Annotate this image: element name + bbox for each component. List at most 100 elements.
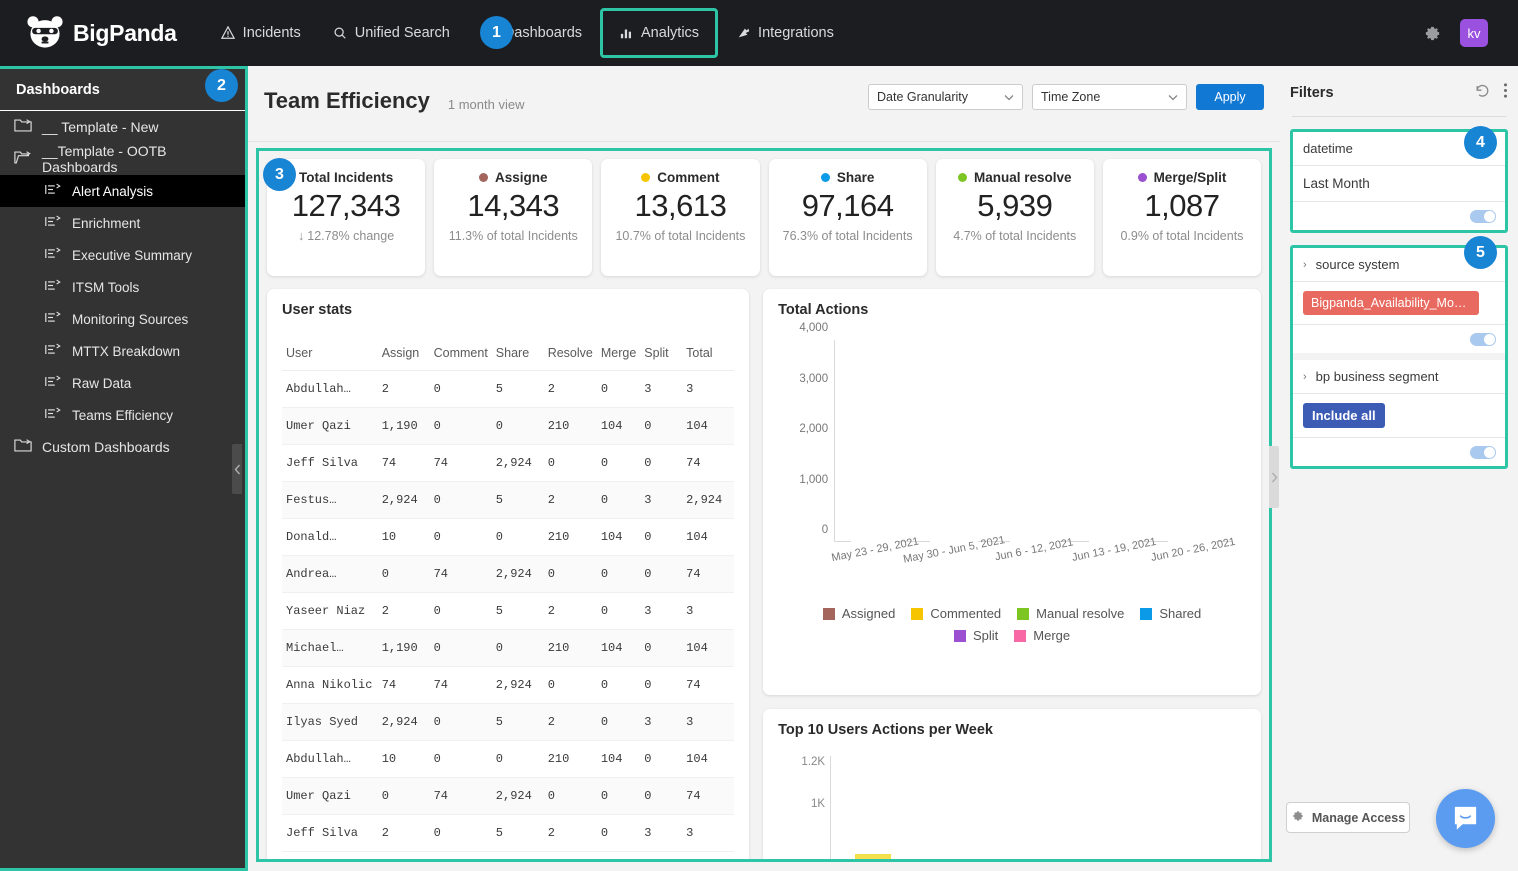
chat-bubble-button[interactable] [1436,789,1495,848]
nav-item-label: Incidents [243,25,301,41]
date-granularity-select[interactable]: Date Granularity [868,84,1023,110]
primary-nav-items: Incidents Unified Search Dashboards [207,8,848,58]
filter-name-row[interactable]: ›bp business segment [1293,360,1505,394]
kpi-card-merge-split[interactable]: Merge/Split1,0870.9% of total Incidents [1103,159,1261,276]
table-row[interactable]: Umer Qazi0742,92400074 [282,778,734,815]
table-row[interactable]: Donald…10002101040104 [282,519,734,556]
user-stats-table: UserAssignCommentShareResolveMergeSplitT… [282,336,734,852]
table-row[interactable]: Abdullah…10002101040104 [282,741,734,778]
table-cell: Ilyas Syed [282,704,378,741]
table-cell: 0 [544,445,597,482]
legend-item[interactable]: Assigned [823,606,895,621]
table-row[interactable]: Festus…2,924052032,924 [282,482,734,519]
legend-item[interactable]: Split [954,628,998,643]
manage-access-button[interactable]: Manage Access [1286,802,1410,833]
kpi-card-comment[interactable]: Comment13,61310.7% of total Incidents [601,159,759,276]
table-row[interactable]: Abdullah…2052033 [282,371,734,408]
column-header[interactable]: Resolve [544,336,597,371]
kpi-color-dot [479,173,488,182]
table-row[interactable]: Jeff Silva2052033 [282,815,734,852]
dashboards-sidebar: Dashboards __ Template - New__Template -… [0,66,248,871]
kpi-note: 76.3% of total Incidents [777,228,919,245]
legend-item[interactable]: Manual resolve [1017,606,1124,621]
table-row[interactable]: Umer Qazi1,190002101040104 [282,408,734,445]
filter-value[interactable]: Last Month [1303,176,1370,191]
kpi-card-share[interactable]: Share97,16476.3% of total Incidents [769,159,927,276]
charts-column: Total Actions 01,0002,0003,0004,000 May … [763,289,1261,862]
table-cell: Festus… [282,482,378,519]
column-header[interactable]: Total [682,336,734,371]
sidebar-item-teams-efficiency[interactable]: Teams Efficiency [0,399,245,431]
avatar[interactable]: kv [1460,19,1488,47]
table-cell: 0 [597,778,640,815]
bar-column[interactable] [1073,340,1152,542]
column-header[interactable]: Split [640,336,682,371]
table-row[interactable]: Michael…1,190002101040104 [282,630,734,667]
table-cell: 5 [492,482,544,519]
time-zone-select[interactable]: Time Zone [1032,84,1187,110]
filter-toggle[interactable] [1470,446,1496,459]
filter-toggle[interactable] [1470,333,1496,346]
table-cell: 0 [597,556,640,593]
gear-icon[interactable] [1423,24,1442,43]
table-row[interactable]: Ilyas Syed2,924052033 [282,704,734,741]
table-cell: 2,924 [492,445,544,482]
bar-column[interactable] [835,340,914,542]
legend-item[interactable]: Merge [1014,628,1070,643]
filter-chip[interactable]: Bigpanda_Availability_Mon… [1303,291,1479,315]
table-row[interactable]: Jeff Silva74742,92400074 [282,445,734,482]
apply-button[interactable]: Apply [1196,84,1264,110]
table-row[interactable]: Anna Nikolic74742,92400074 [282,667,734,704]
column-header[interactable]: Share [492,336,544,371]
dashboard-icon [44,278,62,296]
undo-icon[interactable] [1474,82,1491,104]
nav-item-analytics[interactable]: Analytics [600,8,718,58]
dashboard-icon [44,214,62,232]
filter-chip[interactable]: Include all [1303,403,1385,428]
table-cell: 210 [544,741,597,778]
legend-item[interactable]: Commented [911,606,1001,621]
column-header[interactable]: User [282,336,378,371]
sidebar-item-template-ootb-dashboards[interactable]: __Template - OOTB Dashboards [0,143,245,175]
sidebar-item-template-new[interactable]: __ Template - New [0,111,245,143]
table-cell: Michael… [282,630,378,667]
column-header[interactable]: Comment [430,336,492,371]
bar-column[interactable] [914,340,993,542]
kpi-header: Merge/Split [1111,170,1253,185]
nav-item-unified-search[interactable]: Unified Search [319,16,464,50]
brand-logo-area[interactable]: BigPanda [26,15,177,51]
kpi-card-assigne[interactable]: Assigne14,34311.3% of total Incidents [434,159,592,276]
sidebar-collapse-handle[interactable] [232,444,242,494]
legend-item[interactable]: Shared [1140,606,1201,621]
column-header[interactable]: Assign [378,336,430,371]
kpi-card-manual-resolve[interactable]: Manual resolve5,9394.7% of total Inciden… [936,159,1094,276]
nav-item-integrations[interactable]: Integrations [722,16,848,50]
table-cell: 0 [640,741,682,778]
sidebar-item-alert-analysis[interactable]: Alert Analysis [0,175,245,207]
bar-column[interactable] [1153,340,1232,542]
sidebar-item-itsm-tools[interactable]: ITSM Tools [0,271,245,303]
sidebar-item-custom-dashboards[interactable]: Custom Dashboards [0,431,245,463]
sidebar-item-mttx-breakdown[interactable]: MTTX Breakdown [0,335,245,367]
sidebar-item-executive-summary[interactable]: Executive Summary [0,239,245,271]
kpi-label: Manual resolve [974,170,1072,185]
kpi-note: 11.3% of total Incidents [442,228,584,245]
table-row[interactable]: Andrea…0742,92400074 [282,556,734,593]
sidebar-item-monitoring-sources[interactable]: Monitoring Sources [0,303,245,335]
table-row[interactable]: Yaseer Niaz2052033 [282,593,734,630]
bar-column[interactable] [994,340,1073,542]
column-header[interactable]: Merge [597,336,640,371]
plot-area: 01,0002,0003,0004,000 [834,340,1232,542]
nav-item-incidents[interactable]: Incidents [207,16,315,50]
legend-label: Assigned [842,606,895,621]
filter-groups: datetimeLast Month›source systemBigpanda… [1290,129,1508,469]
chevron-right-icon[interactable]: › [1303,371,1307,383]
filter-toggle[interactable] [1470,210,1496,223]
filters-collapse-handle[interactable] [1269,446,1279,508]
filter-value-row: Bigpanda_Availability_Mon… [1293,282,1505,325]
chevron-right-icon[interactable]: › [1303,259,1307,271]
sidebar-item-enrichment[interactable]: Enrichment [0,207,245,239]
sidebar-item-raw-data[interactable]: Raw Data [0,367,245,399]
mini-y-tick-label: 1.2K [801,756,825,768]
kebab-menu-icon[interactable] [1503,82,1508,104]
